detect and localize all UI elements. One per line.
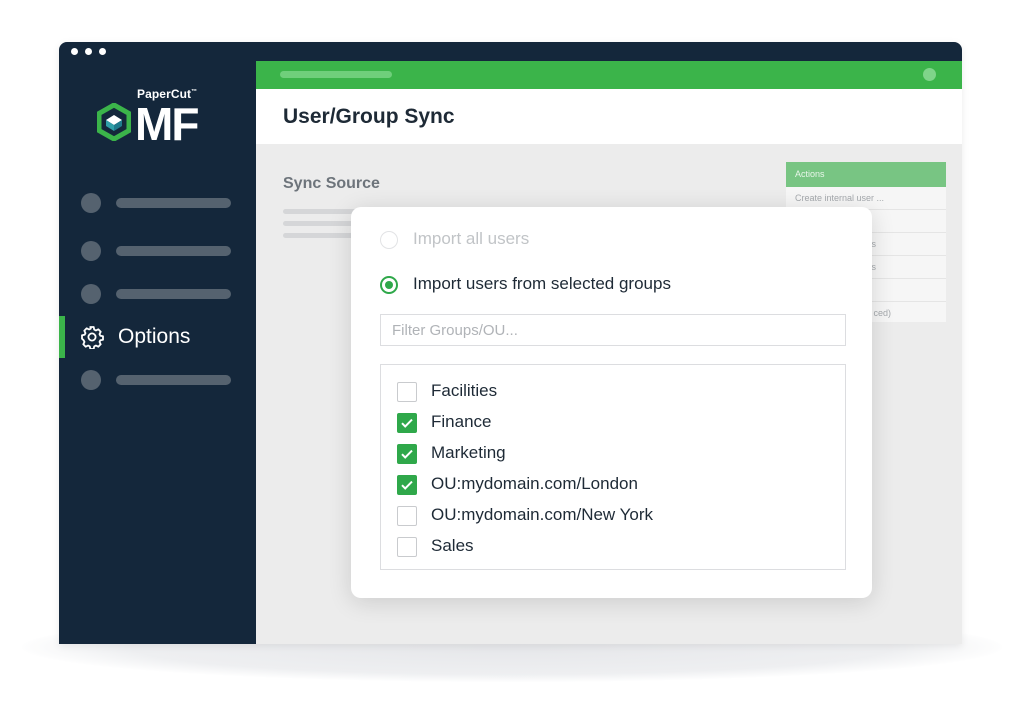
- window-dot[interactable]: [85, 48, 92, 55]
- logo-product-text: MF: [135, 98, 199, 150]
- nav-placeholder-label: [116, 246, 231, 256]
- section-title: Sync Source: [283, 175, 380, 192]
- nav-placeholder-icon: [81, 284, 101, 304]
- check-icon: [401, 418, 413, 428]
- checkbox[interactable]: [397, 506, 417, 526]
- nav-placeholder-label: [116, 198, 231, 208]
- check-icon: [401, 480, 413, 490]
- topbar-placeholder: [280, 71, 392, 78]
- group-label: OU:mydomain.com/London: [431, 474, 638, 493]
- papercut-mf-logo: PaperCut™ MF: [97, 87, 217, 150]
- window-titlebar: [59, 42, 962, 61]
- filter-groups-input[interactable]: [380, 314, 846, 346]
- user-avatar-icon[interactable]: [923, 68, 936, 81]
- page-title: User/Group Sync: [283, 105, 455, 128]
- check-icon: [401, 449, 413, 459]
- sidebar-item-label: Options: [118, 325, 191, 348]
- checkbox[interactable]: [397, 382, 417, 402]
- group-label: Finance: [431, 412, 492, 431]
- group-label: OU:mydomain.com/New York: [431, 505, 654, 524]
- group-label: Sales: [431, 536, 474, 555]
- checkbox[interactable]: [397, 444, 417, 464]
- nav-placeholder-label: [116, 289, 231, 299]
- logo-hex-icon: [97, 103, 131, 141]
- active-indicator: [59, 316, 65, 358]
- sidebar-item-placeholder[interactable]: [59, 276, 256, 312]
- checkbox[interactable]: [397, 475, 417, 495]
- group-list: Facilities Finance Marketing OU:mydomain…: [380, 364, 846, 570]
- actions-header: Actions: [786, 162, 946, 187]
- radio-label: Import users from selected groups: [413, 274, 671, 293]
- nav-placeholder-icon: [81, 370, 101, 390]
- sidebar-item-placeholder[interactable]: [59, 185, 256, 221]
- window-dot[interactable]: [99, 48, 106, 55]
- page-header: User/Group Sync: [256, 89, 962, 144]
- checkbox[interactable]: [397, 537, 417, 557]
- checkbox[interactable]: [397, 413, 417, 433]
- nav-placeholder-icon: [81, 193, 101, 213]
- sidebar-item-options[interactable]: Options: [59, 316, 256, 358]
- sidebar-item-placeholder[interactable]: [59, 233, 256, 269]
- sidebar-item-placeholder[interactable]: [59, 362, 256, 398]
- group-label: Facilities: [431, 381, 498, 400]
- window-dot[interactable]: [71, 48, 78, 55]
- sidebar: PaperCut™ MF Options: [59, 61, 256, 644]
- nav-placeholder-icon: [81, 241, 101, 261]
- radio-button[interactable]: [380, 231, 398, 249]
- sync-source-dialog: Import all users Import users from selec…: [351, 207, 872, 598]
- group-label: Marketing: [431, 443, 506, 462]
- radio-label: Import all users: [413, 229, 530, 248]
- radio-button[interactable]: [380, 276, 398, 294]
- top-bar: [256, 61, 962, 89]
- nav-placeholder-label: [116, 375, 231, 385]
- gear-icon: [80, 325, 104, 354]
